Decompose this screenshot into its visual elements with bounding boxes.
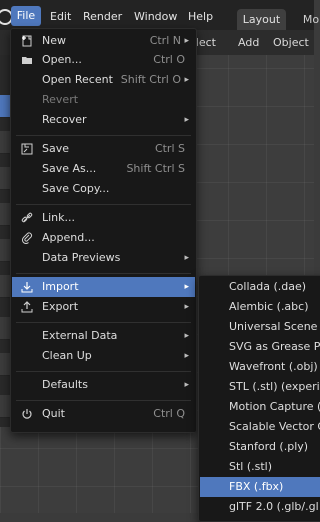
menu-item-quit[interactable]: Quit Ctrl Q — [12, 404, 195, 424]
import-item-gltf[interactable]: glTF 2.0 (.glb/.gl — [200, 497, 320, 517]
menu-item-label: Save Copy... — [42, 182, 110, 195]
import-item-svg-grease-pencil[interactable]: SVG as Grease Pe — [200, 337, 320, 357]
viewport-menu-add[interactable]: Add — [238, 36, 259, 49]
menu-item-label: Scalable Vector G — [229, 420, 320, 433]
menu-item-label: Quit — [42, 407, 65, 420]
menu-shortcut: Ctrl S — [154, 142, 185, 155]
menu-shortcut: Ctrl Q — [153, 407, 185, 420]
chevron-right-icon: ▸ — [184, 380, 189, 390]
import-item-wavefront-obj[interactable]: Wavefront (.obj) — [200, 357, 320, 377]
menu-item-link[interactable]: Link... — [12, 208, 195, 228]
menu-item-export[interactable]: Export ▸ — [12, 297, 195, 317]
export-icon — [21, 301, 33, 313]
menu-item-label: Collada (.dae) — [229, 280, 307, 293]
chevron-right-icon: ▸ — [184, 302, 189, 312]
import-item-stl[interactable]: Stl (.stl) — [200, 457, 320, 477]
chevron-right-icon: ▸ — [184, 36, 189, 46]
menu-item-label: Data Previews — [42, 251, 121, 264]
menu-item-open-recent[interactable]: Open Recent Shift Ctrl O ▸ — [12, 70, 195, 90]
menu-shortcut: Ctrl N — [149, 34, 181, 47]
menu-item-label: External Data — [42, 329, 118, 342]
menu-item-label: Revert — [42, 93, 79, 106]
menu-item-label: Alembic (.abc) — [229, 300, 309, 313]
import-item-usd[interactable]: Universal Scene D — [200, 317, 320, 337]
folder-icon — [21, 54, 33, 66]
paperclip-icon — [21, 232, 33, 244]
menu-item-label: Open... — [42, 53, 82, 66]
menu-item-label: Clean Up — [42, 349, 92, 362]
menu-item-label: glTF 2.0 (.glb/.gl — [229, 500, 319, 513]
link-icon — [21, 212, 33, 224]
file-menu-dropdown: New Ctrl N ▸ Open... Ctrl O Open Recent … — [10, 28, 197, 433]
import-item-stl-experimental[interactable]: STL (.stl) (experin — [200, 377, 320, 397]
menu-help[interactable]: Help — [188, 10, 213, 23]
import-item-scalable-vector-graphics[interactable]: Scalable Vector G — [200, 417, 320, 437]
menu-item-label: Export — [42, 300, 79, 313]
top-bar: File Edit Render Window Help Layout Mo — [0, 0, 319, 31]
menu-item-data-previews[interactable]: Data Previews ▸ — [12, 248, 195, 268]
menu-separator — [16, 322, 191, 323]
menu-item-external-data[interactable]: External Data ▸ — [12, 326, 195, 346]
menu-item-import[interactable]: Import ▸ — [12, 277, 195, 297]
menu-item-recover[interactable]: Recover ▸ — [12, 110, 195, 130]
menu-item-new[interactable]: New Ctrl N ▸ — [12, 31, 195, 51]
menu-item-label: Motion Capture (. — [229, 400, 320, 413]
tab-layout[interactable]: Layout — [237, 9, 286, 30]
viewport-menu-object[interactable]: Object — [273, 36, 309, 49]
menu-shortcut: Shift Ctrl O — [120, 73, 181, 86]
import-item-collada[interactable]: Collada (.dae) — [200, 277, 320, 297]
menu-item-save-as[interactable]: Save As... Shift Ctrl S — [12, 159, 195, 179]
menu-separator — [16, 371, 191, 372]
menu-item-label: SVG as Grease Pe — [229, 340, 320, 353]
menu-render[interactable]: Render — [83, 10, 122, 23]
menu-item-label: Import — [42, 280, 79, 293]
menu-item-label: STL (.stl) (experin — [229, 380, 320, 393]
new-file-icon — [21, 35, 33, 47]
chevron-right-icon: ▸ — [184, 351, 189, 361]
menu-item-open[interactable]: Open... Ctrl O — [12, 50, 195, 70]
menu-item-label: Link... — [42, 211, 76, 224]
menu-separator — [16, 400, 191, 401]
menu-item-clean-up[interactable]: Clean Up ▸ — [12, 346, 195, 366]
menu-separator — [16, 135, 191, 136]
chevron-right-icon: ▸ — [184, 253, 189, 263]
menu-edit[interactable]: Edit — [50, 10, 71, 23]
menu-item-label: Universal Scene D — [229, 320, 320, 333]
chevron-right-icon: ▸ — [184, 331, 189, 341]
menu-separator — [16, 273, 191, 274]
menu-item-label: Wavefront (.obj) — [229, 360, 318, 373]
menu-item-label: Defaults — [42, 378, 88, 391]
chevron-right-icon: ▸ — [184, 75, 189, 85]
import-submenu: Collada (.dae) Alembic (.abc) Universal … — [198, 275, 320, 522]
menu-shortcut: Ctrl O — [153, 53, 185, 66]
menu-item-label: Save — [42, 142, 70, 155]
menu-shortcut: Shift Ctrl S — [126, 162, 185, 175]
tab-modeling[interactable]: Mo — [296, 9, 320, 30]
menu-separator — [16, 204, 191, 205]
chevron-right-icon: ▸ — [184, 282, 189, 292]
menu-item-label: Stanford (.ply) — [229, 440, 309, 453]
menu-item-save-copy[interactable]: Save Copy... — [12, 179, 195, 199]
menu-item-label: Save As... — [42, 162, 97, 175]
import-icon — [21, 281, 33, 293]
menu-item-label: Stl (.stl) — [229, 460, 273, 473]
import-item-stanford-ply[interactable]: Stanford (.ply) — [200, 437, 320, 457]
import-item-alembic[interactable]: Alembic (.abc) — [200, 297, 320, 317]
menu-item-label: Append... — [42, 231, 95, 244]
menu-item-defaults[interactable]: Defaults ▸ — [12, 375, 195, 395]
menu-item-append[interactable]: Append... — [12, 228, 195, 248]
menu-item-label: Open Recent — [42, 73, 113, 86]
power-icon — [21, 408, 33, 420]
menu-item-save[interactable]: Save Ctrl S — [12, 139, 195, 159]
menu-item-revert: Revert — [12, 90, 195, 110]
chevron-right-icon: ▸ — [184, 115, 189, 125]
import-item-fbx[interactable]: FBX (.fbx) — [200, 477, 320, 497]
menu-item-label: FBX (.fbx) — [229, 480, 284, 493]
menu-file[interactable]: File — [11, 6, 41, 26]
import-item-motion-capture[interactable]: Motion Capture (. — [200, 397, 320, 417]
menu-window[interactable]: Window — [134, 10, 177, 23]
menu-item-label: New — [42, 34, 66, 47]
save-icon — [21, 143, 33, 155]
menu-item-label: Recover — [42, 113, 87, 126]
